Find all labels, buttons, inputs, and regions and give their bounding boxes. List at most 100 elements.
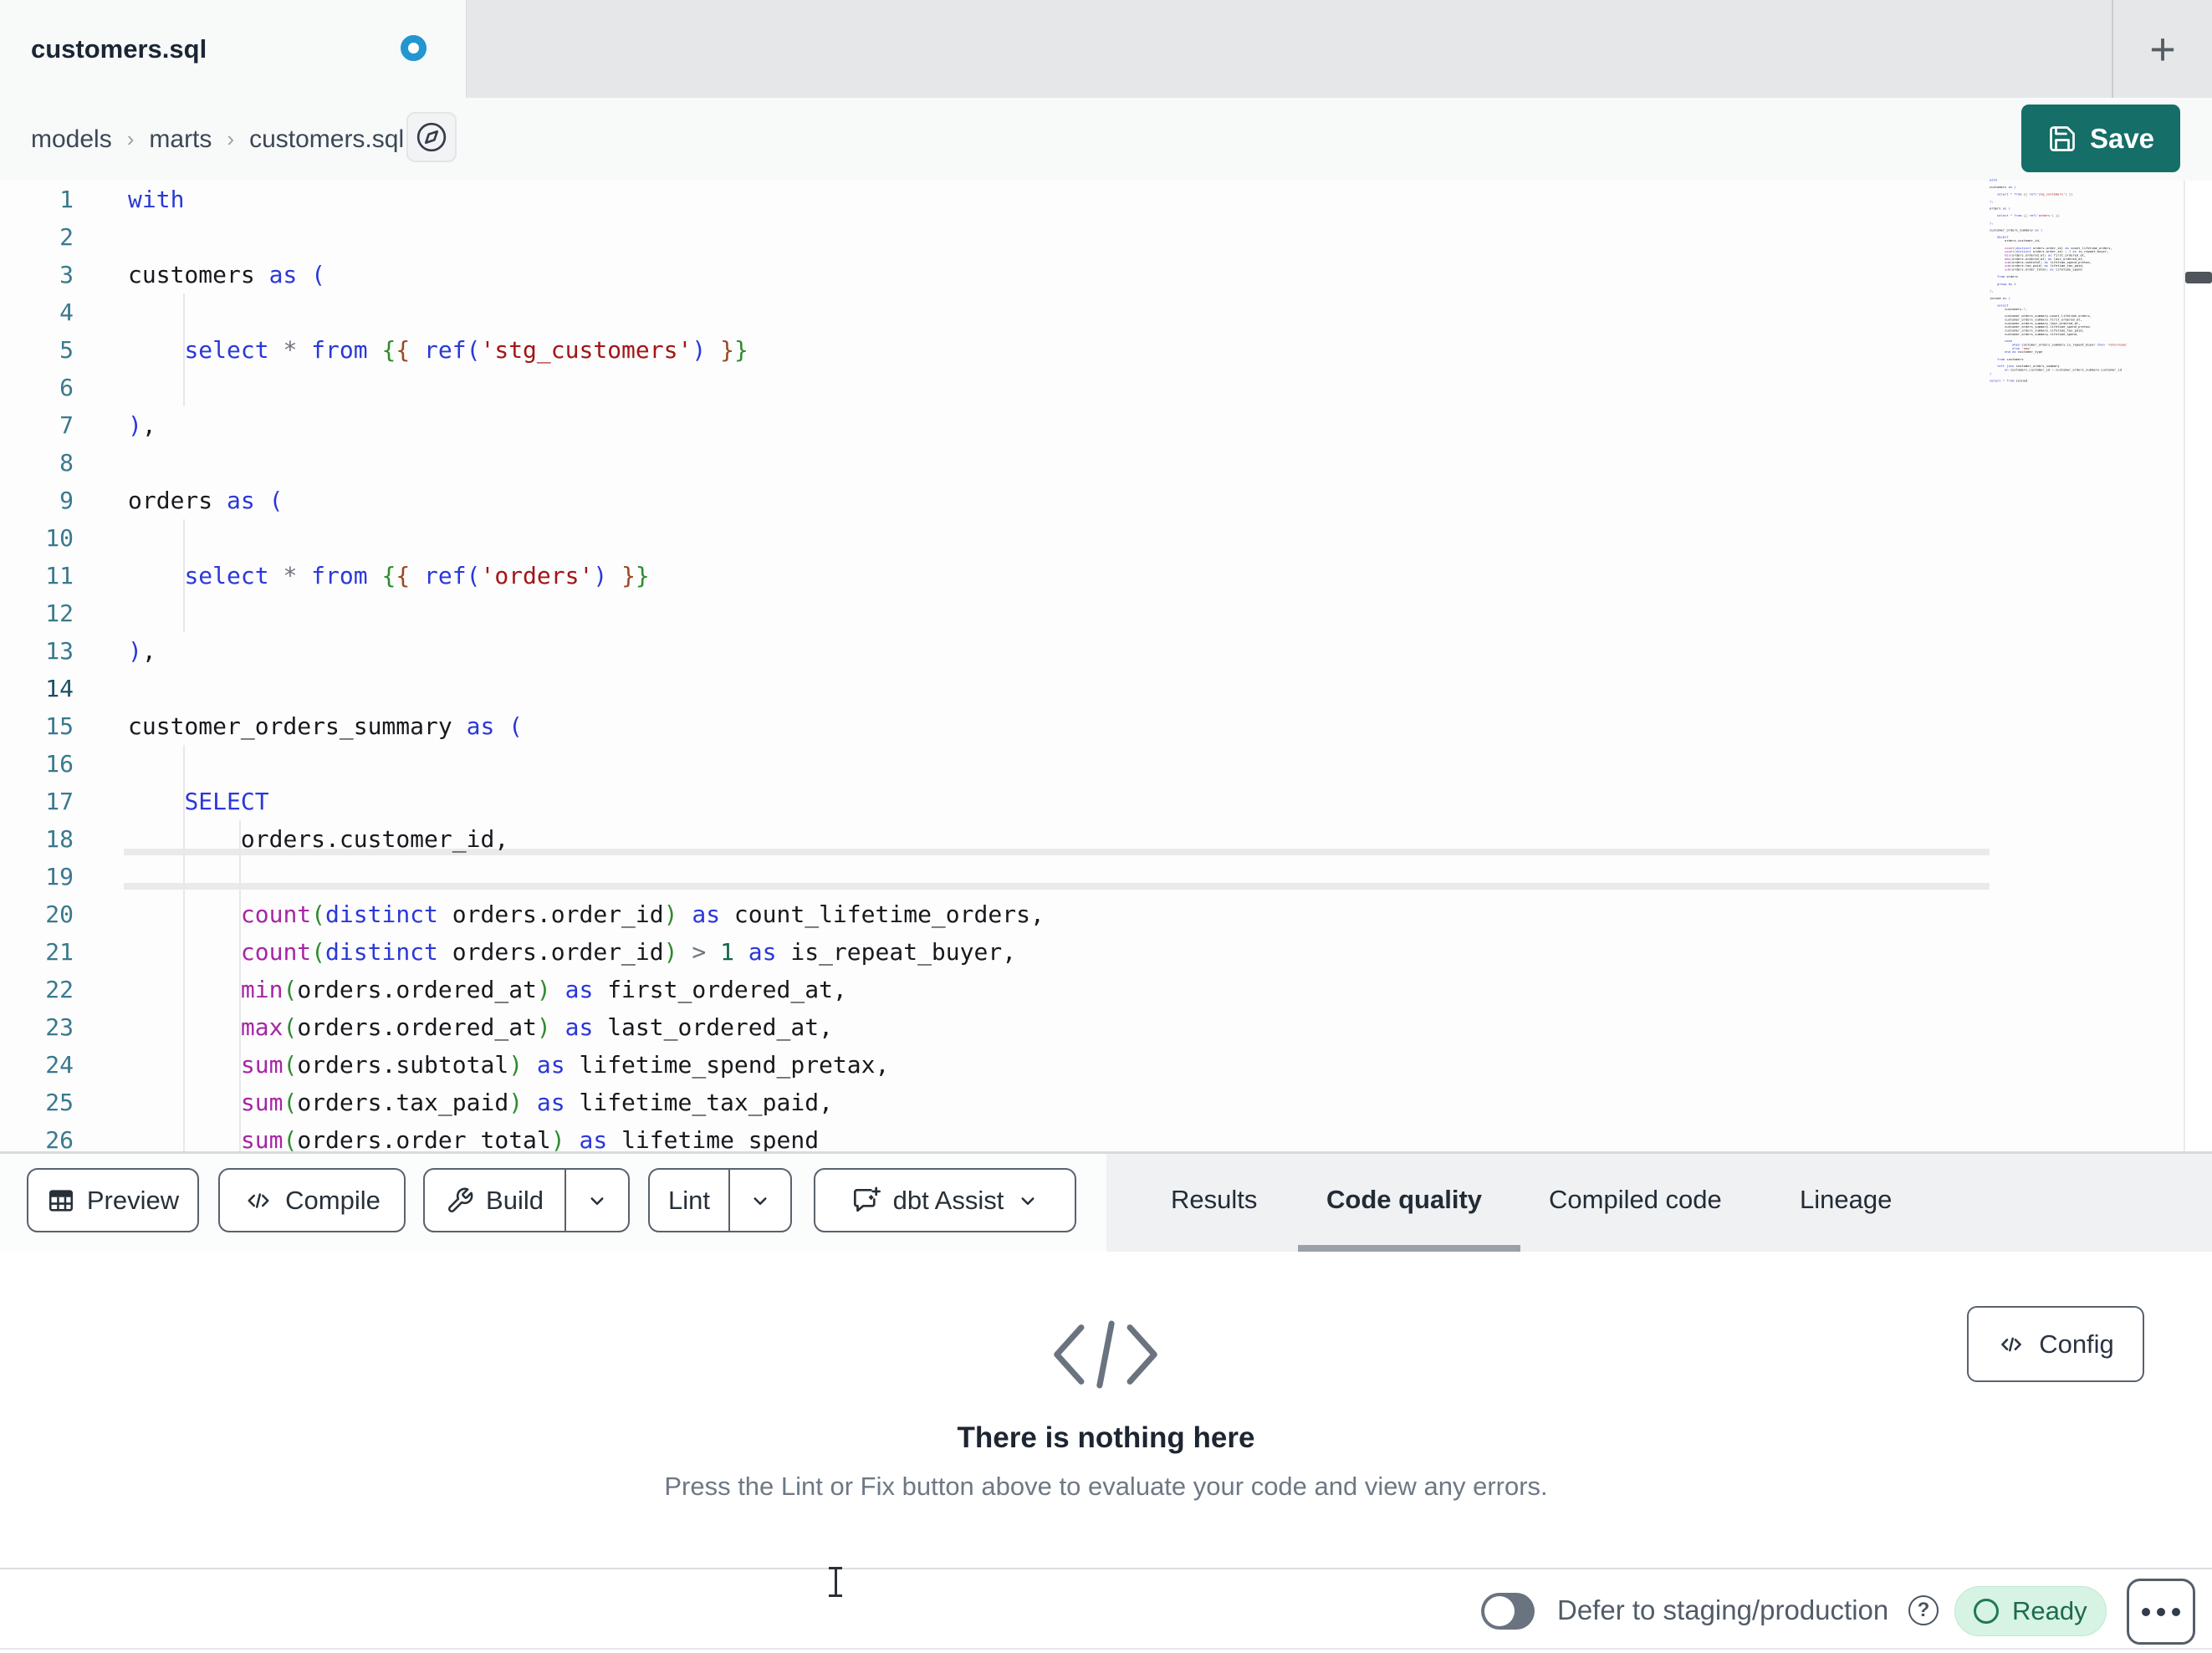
- floppy-disk-icon: [2047, 124, 2077, 154]
- preview-label: Preview: [86, 1185, 180, 1215]
- code-text: count(distinct orders.order_id) > 1 as i…: [240, 938, 1017, 966]
- dbt-assist-button[interactable]: dbt Assist: [814, 1168, 1076, 1232]
- scrollbar-track[interactable]: [2184, 181, 2212, 1151]
- line-number[interactable]: 4: [0, 298, 74, 326]
- line-number[interactable]: 12: [0, 599, 74, 627]
- code-text: SELECT: [184, 788, 269, 815]
- code-text: sum(orders.tax_paid) as lifetime_tax_pai…: [240, 1089, 833, 1116]
- new-tab-button[interactable]: +: [2129, 0, 2196, 98]
- code-line[interactable]: 15 customer_orders_summary as (: [0, 707, 1990, 745]
- more-menu-button[interactable]: [2127, 1579, 2195, 1645]
- line-number[interactable]: 14: [0, 675, 74, 702]
- line-number[interactable]: 6: [0, 374, 74, 401]
- compile-button[interactable]: Compile: [218, 1168, 406, 1232]
- code-line[interactable]: 14: [0, 670, 1990, 707]
- line-number[interactable]: 24: [0, 1051, 74, 1079]
- save-button[interactable]: Save: [2021, 105, 2180, 172]
- code-line[interactable]: 23 max(orders.ordered_at) as last_ordere…: [0, 1008, 1990, 1046]
- code-line[interactable]: 16: [0, 745, 1990, 783]
- toggle-knob: [1484, 1596, 1515, 1626]
- editor-minimap[interactable]: with customers as ( select * from {{ ref…: [1990, 178, 2184, 387]
- line-number[interactable]: 25: [0, 1089, 74, 1116]
- code-line[interactable]: 17 SELECT: [0, 783, 1990, 820]
- line-number[interactable]: 10: [0, 524, 74, 552]
- code-text: sum(orders.order_total) as lifetime_spen…: [240, 1126, 820, 1154]
- code-text: orders as (: [128, 487, 284, 514]
- tab-lineage[interactable]: Lineage: [1800, 1154, 1892, 1246]
- breadcrumb-separator: ›: [126, 126, 135, 151]
- tab-title: customers.sql: [31, 33, 207, 64]
- code-line[interactable]: 6: [0, 369, 1990, 406]
- tab-code-quality[interactable]: Code quality: [1326, 1154, 1482, 1246]
- code-text: ),: [128, 411, 156, 439]
- code-line[interactable]: 13),: [0, 632, 1990, 670]
- ready-label: Ready: [2012, 1596, 2087, 1625]
- line-number[interactable]: 22: [0, 976, 74, 1003]
- line-number[interactable]: 5: [0, 336, 74, 364]
- line-number[interactable]: 8: [0, 449, 74, 477]
- help-icon[interactable]: ?: [1908, 1595, 1939, 1625]
- code-line[interactable]: 22 min(orders.ordered_at) as first_order…: [0, 971, 1990, 1008]
- code-line[interactable]: 18 orders.customer_id,: [0, 820, 1990, 858]
- status-badge: Ready: [1954, 1586, 2107, 1636]
- build-dropdown-button[interactable]: [566, 1170, 628, 1231]
- code-line[interactable]: 4: [0, 293, 1990, 331]
- line-number[interactable]: 23: [0, 1013, 74, 1041]
- lint-button[interactable]: Lint: [650, 1170, 728, 1231]
- code-line[interactable]: 12: [0, 594, 1990, 632]
- breadcrumb-models[interactable]: models: [31, 125, 112, 154]
- unsaved-changes-dot-icon: [401, 35, 427, 61]
- build-button[interactable]: Build: [425, 1170, 564, 1231]
- code-line[interactable]: 20 count(distinct orders.order_id) as co…: [0, 895, 1990, 933]
- tab-results[interactable]: Results: [1171, 1154, 1257, 1246]
- build-label: Build: [486, 1185, 544, 1215]
- breadcrumb-marts[interactable]: marts: [149, 125, 212, 154]
- code-line[interactable]: 3 customers as (: [0, 256, 1990, 293]
- code-line[interactable]: 24 sum(orders.subtotal) as lifetime_spen…: [0, 1046, 1990, 1084]
- code-line[interactable]: 5 select * from {{ ref('stg_customers') …: [0, 331, 1990, 369]
- line-number[interactable]: 16: [0, 750, 74, 778]
- code-text: customers as (: [128, 261, 326, 288]
- code-text: select * from {{ ref('stg_customers') }}: [184, 336, 748, 364]
- line-number[interactable]: 26: [0, 1126, 74, 1154]
- code-line[interactable]: 19: [0, 858, 1990, 895]
- defer-toggle[interactable]: [1481, 1593, 1535, 1630]
- chevron-down-icon: [1015, 1188, 1040, 1213]
- line-number[interactable]: 15: [0, 712, 74, 740]
- code-line[interactable]: 1 with: [0, 181, 1990, 218]
- code-line[interactable]: 2: [0, 218, 1990, 256]
- code-editor[interactable]: 1 with 2 3 customers as (4 5 select * from {{…: [0, 178, 2212, 1158]
- line-number[interactable]: 17: [0, 788, 74, 815]
- scrollbar-thumb[interactable]: [2185, 272, 2212, 283]
- line-number[interactable]: 21: [0, 938, 74, 966]
- preview-button[interactable]: Preview: [27, 1168, 199, 1232]
- code-line[interactable]: 8: [0, 444, 1990, 482]
- breadcrumb-file[interactable]: customers.sql: [249, 125, 404, 154]
- tab-compiled-code[interactable]: Compiled code: [1549, 1154, 1722, 1246]
- line-number[interactable]: 7: [0, 411, 74, 439]
- tab-customers-sql[interactable]: customers.sql: [0, 0, 467, 98]
- code-line[interactable]: 21 count(distinct orders.order_id) > 1 a…: [0, 933, 1990, 971]
- line-number[interactable]: 1: [0, 186, 74, 213]
- code-line[interactable]: 10: [0, 519, 1990, 557]
- line-number[interactable]: 11: [0, 562, 74, 589]
- line-number[interactable]: 20: [0, 900, 74, 928]
- code-lines[interactable]: 1 with 2 3 customers as (4 5 select * from {{…: [0, 181, 1990, 1154]
- code-line[interactable]: 9 orders as (: [0, 482, 1990, 519]
- code-text: orders.customer_id,: [240, 825, 509, 853]
- code-line[interactable]: 7),: [0, 406, 1990, 444]
- code-slash-icon: [1022, 1309, 1189, 1400]
- dot-icon: [2157, 1607, 2165, 1616]
- code-text: count(distinct orders.order_id) as count…: [240, 900, 1045, 928]
- code-line[interactable]: 25 sum(orders.tax_paid) as lifetime_tax_…: [0, 1084, 1990, 1121]
- line-number[interactable]: 13: [0, 637, 74, 665]
- config-button[interactable]: Config: [1967, 1306, 2144, 1382]
- explore-lineage-button[interactable]: [406, 112, 457, 162]
- line-number[interactable]: 9: [0, 487, 74, 514]
- line-number[interactable]: 18: [0, 825, 74, 853]
- line-number[interactable]: 19: [0, 863, 74, 890]
- line-number[interactable]: 2: [0, 223, 74, 251]
- code-line[interactable]: 11 select * from {{ ref('orders') }}: [0, 557, 1990, 594]
- lint-dropdown-button[interactable]: [730, 1170, 790, 1231]
- line-number[interactable]: 3: [0, 261, 74, 288]
